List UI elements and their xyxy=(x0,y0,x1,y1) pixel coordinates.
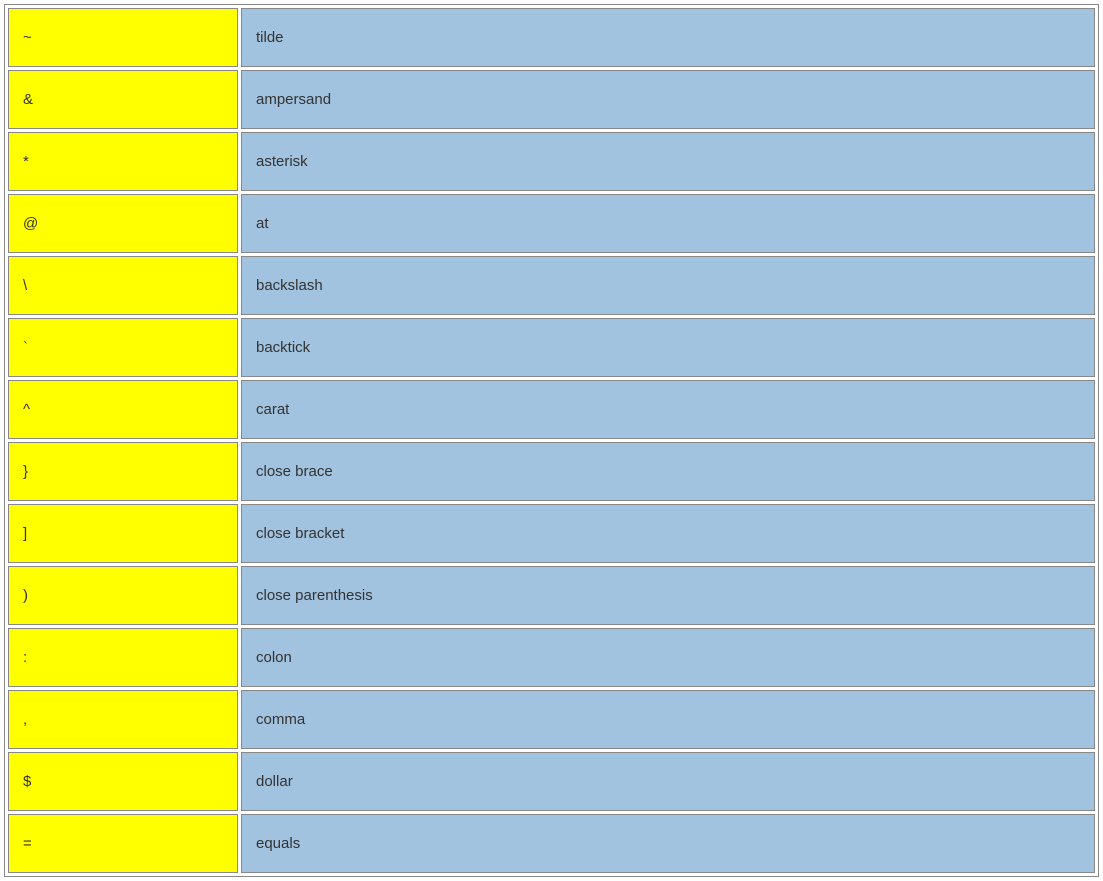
symbol-cell: * xyxy=(8,132,238,191)
table-row: } close brace xyxy=(8,442,1095,501)
table-row: = equals xyxy=(8,814,1095,873)
table-row: ] close bracket xyxy=(8,504,1095,563)
symbols-table-body: ~ tilde & ampersand * asterisk @ at \ ba… xyxy=(8,8,1095,873)
symbols-table: ~ tilde & ampersand * asterisk @ at \ ba… xyxy=(4,4,1099,877)
name-cell: asterisk xyxy=(241,132,1095,191)
name-cell: at xyxy=(241,194,1095,253)
symbol-cell: ] xyxy=(8,504,238,563)
symbol-cell: ^ xyxy=(8,380,238,439)
symbol-cell: = xyxy=(8,814,238,873)
name-cell: equals xyxy=(241,814,1095,873)
symbol-cell: & xyxy=(8,70,238,129)
symbol-cell: ` xyxy=(8,318,238,377)
name-cell: close brace xyxy=(241,442,1095,501)
name-cell: backslash xyxy=(241,256,1095,315)
name-cell: backtick xyxy=(241,318,1095,377)
table-row: ~ tilde xyxy=(8,8,1095,67)
table-row: * asterisk xyxy=(8,132,1095,191)
table-row: ) close parenthesis xyxy=(8,566,1095,625)
table-row: \ backslash xyxy=(8,256,1095,315)
name-cell: tilde xyxy=(241,8,1095,67)
name-cell: close bracket xyxy=(241,504,1095,563)
name-cell: close parenthesis xyxy=(241,566,1095,625)
name-cell: dollar xyxy=(241,752,1095,811)
table-row: : colon xyxy=(8,628,1095,687)
name-cell: colon xyxy=(241,628,1095,687)
table-row: , comma xyxy=(8,690,1095,749)
table-row: @ at xyxy=(8,194,1095,253)
symbol-cell: , xyxy=(8,690,238,749)
symbol-cell: ~ xyxy=(8,8,238,67)
symbol-cell: @ xyxy=(8,194,238,253)
symbol-cell: } xyxy=(8,442,238,501)
table-row: ` backtick xyxy=(8,318,1095,377)
symbol-cell: $ xyxy=(8,752,238,811)
symbol-cell: \ xyxy=(8,256,238,315)
name-cell: ampersand xyxy=(241,70,1095,129)
name-cell: comma xyxy=(241,690,1095,749)
symbol-cell: ) xyxy=(8,566,238,625)
table-row: & ampersand xyxy=(8,70,1095,129)
table-row: $ dollar xyxy=(8,752,1095,811)
name-cell: carat xyxy=(241,380,1095,439)
table-row: ^ carat xyxy=(8,380,1095,439)
symbol-cell: : xyxy=(8,628,238,687)
